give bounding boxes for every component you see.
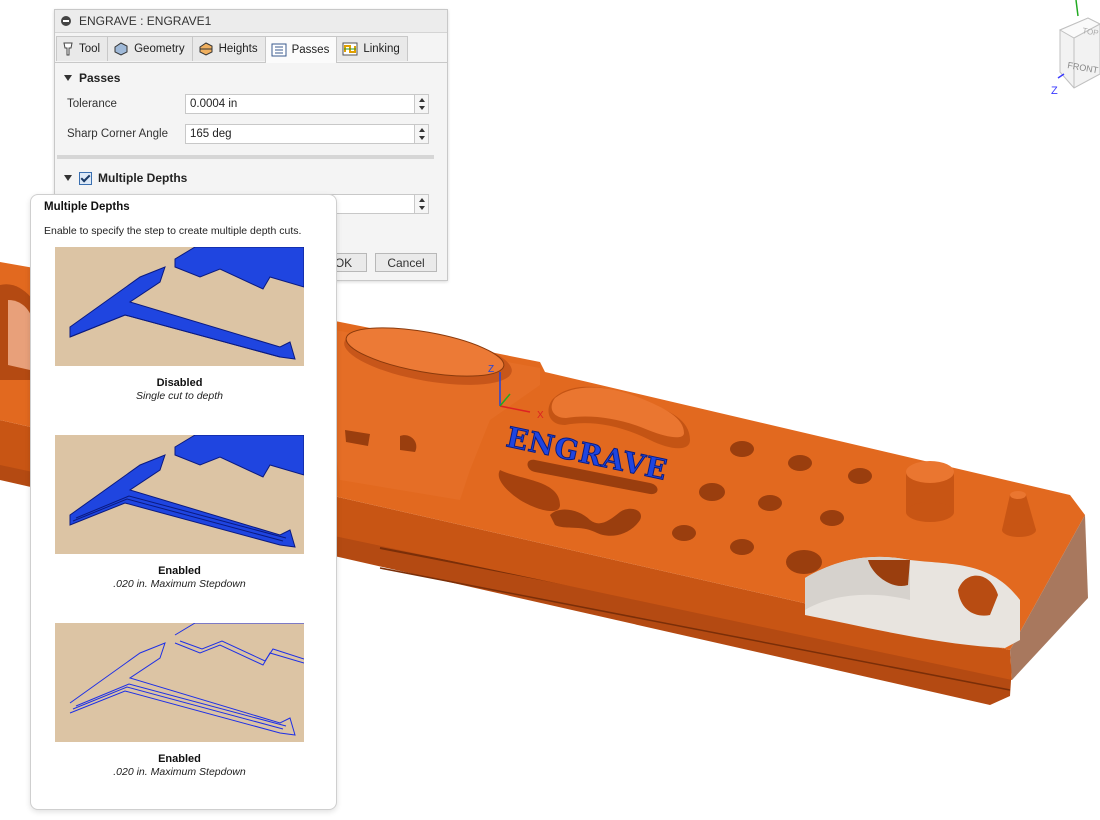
heights-icon [199,42,213,56]
tab-heights[interactable]: Heights [191,36,266,61]
cancel-button[interactable]: Cancel [375,253,437,272]
multiple-depths-label: Multiple Depths [98,171,188,185]
tolerance-spinner-icon[interactable] [414,95,428,113]
sharp-corner-row: Sharp Corner Angle 165 deg [55,119,447,149]
tolerance-row: Tolerance 0.0004 in [55,89,447,119]
tab-tool[interactable]: Tool [56,36,109,61]
multiple-depths-checkbox[interactable] [79,171,92,185]
tab-heights-label: Heights [218,43,258,55]
linking-icon [342,42,358,56]
tab-tool-label: Tool [79,43,101,55]
collapse-icon[interactable] [61,16,71,26]
item-1-caption: Disabled [156,377,203,389]
passes-icon [271,43,287,57]
expand-triangle-icon [64,175,72,181]
dialog-title: ENGRAVE : ENGRAVE1 [79,14,212,28]
stepdown-spinner-icon[interactable] [414,195,428,213]
section-divider [57,155,434,159]
tolerance-input[interactable]: 0.0004 in [185,94,429,114]
item-2-caption: Enabled [158,565,201,577]
tab-passes-label: Passes [291,44,330,56]
multiple-depths-section-header[interactable]: Multiple Depths [55,167,447,189]
illustration-disabled [55,247,304,366]
view-cube[interactable]: TOP FRONT Z [1040,0,1100,100]
sharp-corner-input[interactable]: 165 deg [185,124,429,144]
multiple-depths-tooltip: Multiple Depths Enable to specify the st… [30,194,337,810]
sharp-corner-spinner-icon[interactable] [414,125,428,143]
tab-linking-label: Linking [363,43,400,55]
tolerance-label: Tolerance [67,98,117,110]
item-3-subcaption: .020 in. Maximum Stepdown [113,766,246,778]
svg-text:X: X [537,410,544,421]
tooltip-description: Enable to specify the step to create mul… [44,225,302,237]
tab-passes[interactable]: Passes [264,36,338,63]
item-1-subcaption: Single cut to depth [136,390,223,402]
tool-icon [63,42,73,56]
illustration-enabled-2 [55,623,304,742]
expand-triangle-icon [64,75,72,81]
passes-section-header[interactable]: Passes [55,67,447,89]
viewcube-z-axis-label: Z [1051,85,1058,97]
geometry-icon [114,42,128,56]
item-3-caption: Enabled [158,753,201,765]
tooltip-title: Multiple Depths [44,201,130,213]
sharp-corner-label: Sharp Corner Angle [67,128,169,140]
dialog-title-bar: ENGRAVE : ENGRAVE1 [55,10,447,33]
passes-section-title: Passes [79,71,121,85]
svg-text:Z: Z [488,364,494,375]
item-2-subcaption: .020 in. Maximum Stepdown [113,578,246,590]
tab-geometry[interactable]: Geometry [107,36,193,61]
illustration-enabled-1 [55,435,304,554]
tab-linking[interactable]: Linking [336,36,408,61]
tab-geometry-label: Geometry [134,43,185,55]
tab-bar: Tool Geometry Heights Passes Linking [55,36,447,63]
